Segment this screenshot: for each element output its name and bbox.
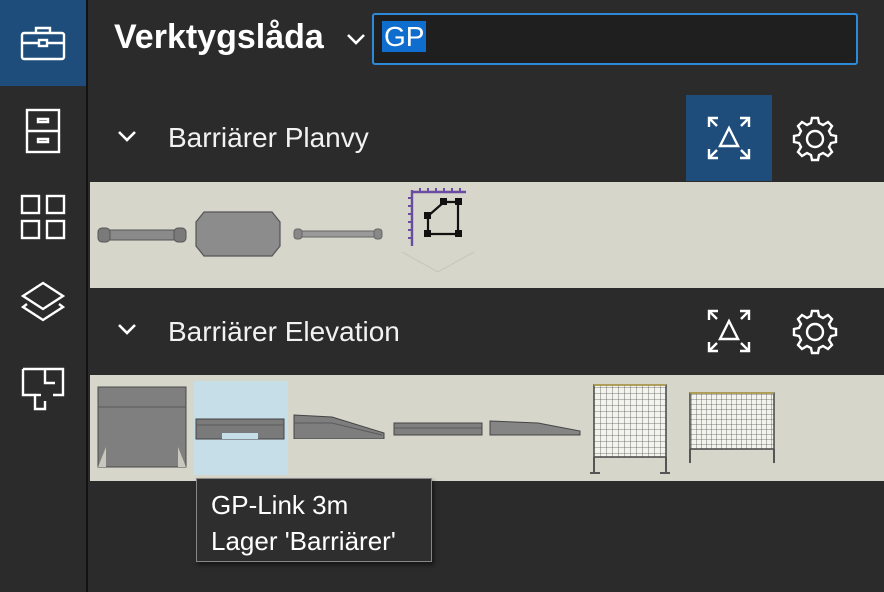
symbol-fence-panel-wide[interactable] (686, 389, 778, 465)
symbol-tray-elevation (90, 375, 884, 481)
settings-button[interactable] (772, 288, 858, 374)
symbol-concrete-block[interactable] (96, 385, 188, 469)
fit-view-icon (707, 116, 751, 160)
section-header-elevation[interactable]: Barriärer Elevation (88, 288, 884, 374)
symbol-flat-link[interactable] (392, 419, 484, 437)
fit-view-icon (707, 309, 751, 353)
symbol-tooltip: GP-Link 3m Lager 'Barriärer' (196, 478, 432, 562)
chevron-down-icon[interactable] (116, 322, 138, 336)
section-title: Barriärer Elevation (168, 316, 400, 347)
symbol-gp-link-3m[interactable] (194, 381, 288, 475)
symbol-barrier-rail[interactable] (292, 224, 384, 244)
floorplan-icon (21, 367, 65, 411)
symbol-low-ramp[interactable] (488, 417, 582, 437)
rail-button-cabinet[interactable] (0, 88, 86, 174)
section-header-planvy[interactable]: Barriärer Planvy (88, 95, 884, 181)
search-input-value: GP (382, 21, 427, 52)
section-title: Barriärer Planvy (168, 122, 369, 153)
fit-view-button[interactable] (686, 95, 772, 181)
search-input[interactable]: GP (372, 13, 858, 65)
toolbox-icon (20, 26, 66, 61)
symbol-tray-planvy (90, 182, 884, 288)
chevron-down-icon[interactable] (116, 129, 138, 143)
settings-icon (792, 309, 838, 355)
fit-view-button[interactable] (686, 288, 772, 374)
rail-button-grid[interactable] (0, 174, 86, 260)
rail-button-layers[interactable] (0, 260, 86, 346)
symbol-ramp-end[interactable] (292, 409, 386, 440)
settings-icon (792, 116, 838, 162)
cabinet-icon (25, 108, 61, 154)
grid-icon (20, 194, 66, 240)
symbol-barrier-block[interactable] (194, 210, 282, 258)
symbol-freeform-barrier[interactable] (400, 186, 476, 274)
chevron-down-icon[interactable] (345, 32, 367, 46)
tooltip-title: GP-Link 3m (211, 490, 349, 520)
symbol-barrier-bar[interactable] (96, 218, 188, 252)
settings-button[interactable] (772, 95, 858, 181)
tooltip-layer: Lager 'Barriärer' (211, 526, 396, 556)
rail-button-floorplan[interactable] (0, 346, 86, 432)
left-rail (0, 0, 88, 592)
toolbox-title[interactable]: Verktygslåda (114, 18, 324, 57)
rail-button-toolbox[interactable] (0, 0, 86, 86)
layers-icon (20, 281, 66, 322)
symbol-fence-panel-tall[interactable] (588, 381, 672, 475)
